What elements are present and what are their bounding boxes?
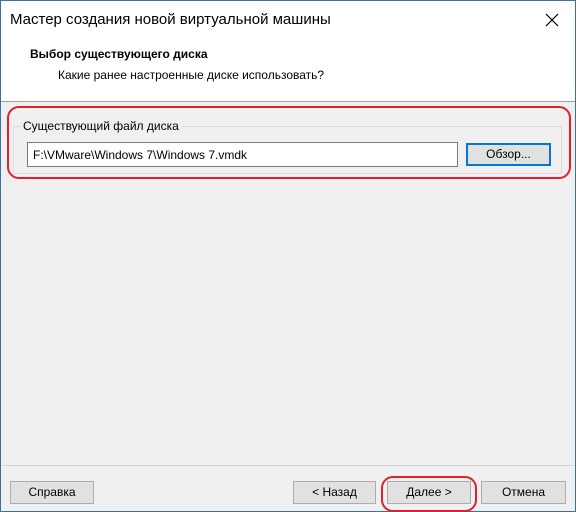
wizard-content: Существующий файл диска Обзор...: [1, 103, 575, 512]
close-icon: [545, 13, 559, 27]
window-title: Мастер создания новой виртуальной машины: [10, 11, 331, 28]
page-title: Выбор существующего диска: [30, 47, 208, 61]
page-subtitle: Какие ранее настроенные диске использова…: [58, 68, 325, 82]
back-button[interactable]: < Назад: [293, 481, 376, 504]
disk-file-group-label: Существующий файл диска: [21, 119, 181, 133]
browse-button[interactable]: Обзор...: [466, 143, 551, 166]
footer-divider: [1, 465, 575, 466]
disk-path-input[interactable]: [27, 142, 458, 167]
next-button[interactable]: Далее >: [387, 481, 471, 504]
help-button[interactable]: Справка: [10, 481, 94, 504]
wizard-window: Мастер создания новой виртуальной машины…: [0, 0, 576, 512]
title-bar: Мастер создания новой виртуальной машины: [1, 1, 575, 39]
wizard-header: Выбор существующего диска Какие ранее на…: [1, 39, 575, 102]
close-button[interactable]: [529, 1, 575, 39]
cancel-button[interactable]: Отмена: [481, 481, 566, 504]
